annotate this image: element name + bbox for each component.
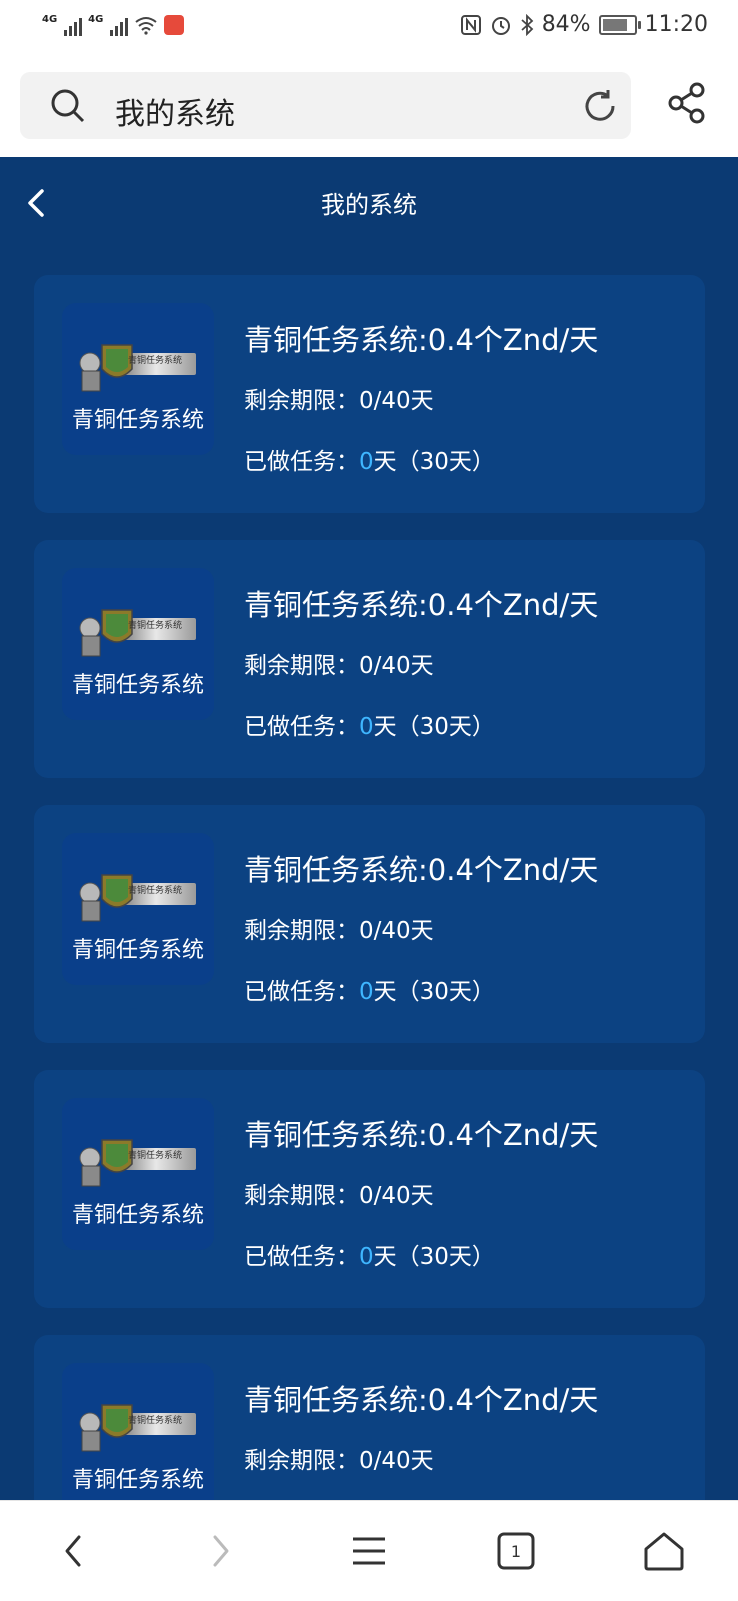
nav-menu-button[interactable] — [345, 1527, 393, 1575]
status-left: 4G 4G — [42, 14, 185, 36]
system-thumbnail: 青铜任务系统 青铜任务系统 — [62, 303, 214, 455]
remaining-term: 剩余期限：0/40天 — [244, 918, 434, 944]
task-system-card[interactable]: 青铜任务系统 青铜任务系统 青铜任务系统:0.4个Znd/天 剩余期限：0/40… — [34, 1070, 705, 1308]
tasks-done-count: 0 — [359, 714, 374, 740]
remaining-term: 剩余期限：0/40天 — [244, 653, 434, 679]
app-notification-icon — [164, 15, 185, 35]
nav-home-button[interactable] — [640, 1527, 688, 1575]
wifi-icon — [135, 17, 157, 35]
nfc-icon — [460, 14, 481, 35]
card-title: 青铜任务系统:0.4个Znd/天 — [244, 853, 599, 887]
bronze-robot-shield-icon — [79, 874, 196, 922]
page-header: 我的系统 — [0, 157, 738, 249]
card-title: 青铜任务系统:0.4个Znd/天 — [244, 1383, 599, 1417]
tasks-done-suffix: 天（30天） — [373, 714, 495, 740]
battery-icon — [598, 14, 641, 35]
task-system-card[interactable]: 青铜任务系统 青铜任务系统 青铜任务系统:0.4个Znd/天 剩余期限：0/40… — [34, 805, 705, 1043]
tasks-done: 已做任务：0天（30天） — [244, 972, 495, 1006]
card-title: 青铜任务系统:0.4个Znd/天 — [244, 323, 599, 357]
share-icon[interactable] — [668, 82, 706, 124]
page-content: 我的系统 青铜任务系统 青铜任务系统 青铜任务系统:0.4个Znd/天 剩余期限… — [0, 157, 738, 1500]
tasks-done-label: 已做任务： — [244, 449, 359, 475]
tasks-done: 已做任务：0天（30天） — [244, 1237, 495, 1271]
tasks-done: 已做任务：0天（30天） — [244, 442, 495, 476]
task-system-card[interactable]: 青铜任务系统 青铜任务系统 青铜任务系统:0.4个Znd/天 剩余期限：0/40… — [34, 1335, 705, 1500]
bottom-navigation: 1 — [0, 1500, 738, 1601]
network-type-1: 4G — [42, 14, 58, 25]
tabs-count: 1 — [510, 1541, 522, 1561]
thumbnail-badge-text: 青铜任务系统 — [128, 886, 183, 896]
tasks-done-suffix: 天（30天） — [373, 1244, 495, 1270]
task-system-card[interactable]: 青铜任务系统 青铜任务系统 青铜任务系统:0.4个Znd/天 剩余期限：0/40… — [34, 275, 705, 513]
network-type-2: 4G — [88, 14, 104, 25]
signal-icon — [64, 14, 83, 36]
tasks-done-count: 0 — [359, 1244, 374, 1270]
home-icon — [644, 1532, 684, 1571]
system-thumbnail: 青铜任务系统 青铜任务系统 — [62, 1363, 214, 1500]
system-thumbnail: 青铜任务系统 青铜任务系统 — [62, 568, 214, 720]
tasks-done-count: 0 — [359, 979, 374, 1005]
thumbnail-badge-text: 青铜任务系统 — [128, 1416, 183, 1426]
clock: 11:20 — [644, 12, 708, 37]
thumbnail-badge-text: 青铜任务系统 — [128, 1151, 183, 1161]
remaining-term: 剩余期限：0/40天 — [244, 1448, 434, 1474]
thumbnail-label: 青铜任务系统 — [71, 1203, 204, 1228]
battery-fill — [602, 18, 627, 31]
status-right: 84% 11:20 — [460, 12, 708, 37]
thumbnail-label: 青铜任务系统 — [71, 938, 204, 963]
remaining-term: 剩余期限：0/40天 — [244, 1183, 434, 1209]
bluetooth-icon — [521, 13, 533, 36]
menu-icon — [353, 1537, 385, 1565]
tasks-done: 已做任务：0天（30天） — [244, 707, 495, 741]
browser-toolbar: 我的系统 — [0, 56, 738, 158]
nav-forward-button[interactable] — [196, 1527, 244, 1575]
thumbnail-badge-text: 青铜任务系统 — [128, 356, 183, 366]
thumbnail-label: 青铜任务系统 — [71, 673, 204, 698]
battery-percent: 84% — [541, 12, 591, 37]
thumbnail-label: 青铜任务系统 — [71, 408, 204, 433]
card-title: 青铜任务系统:0.4个Znd/天 — [244, 588, 599, 622]
tasks-done-suffix: 天（30天） — [373, 449, 495, 475]
nav-back-button[interactable] — [50, 1527, 98, 1575]
system-thumbnail: 青铜任务系统 青铜任务系统 — [62, 1098, 214, 1250]
page-title: 我的系统 — [321, 191, 417, 219]
status-bar: 4G 4G 84% 11:20 — [0, 0, 738, 56]
address-bar[interactable]: 我的系统 — [20, 72, 631, 139]
tasks-done-label: 已做任务： — [244, 1244, 359, 1270]
tasks-done-count: 0 — [359, 449, 374, 475]
task-system-card[interactable]: 青铜任务系统 青铜任务系统 青铜任务系统:0.4个Znd/天 剩余期限：0/40… — [34, 540, 705, 778]
system-thumbnail: 青铜任务系统 青铜任务系统 — [62, 833, 214, 985]
tasks-done-suffix: 天（30天） — [373, 979, 495, 1005]
address-text[interactable]: 我的系统 — [115, 89, 235, 133]
nav-tabs-button[interactable]: 1 — [492, 1527, 540, 1575]
card-title: 青铜任务系统:0.4个Znd/天 — [244, 1118, 599, 1152]
bronze-robot-shield-icon — [79, 1404, 196, 1452]
thumbnail-badge-text: 青铜任务系统 — [128, 621, 183, 631]
tasks-done-label: 已做任务： — [244, 979, 359, 1005]
signal-icon — [110, 14, 129, 36]
alarm-icon — [491, 16, 510, 35]
thumbnail-label: 青铜任务系统 — [71, 1468, 204, 1493]
remaining-term: 剩余期限：0/40天 — [244, 388, 434, 414]
search-icon — [51, 89, 85, 123]
back-icon — [65, 1535, 81, 1567]
reload-icon[interactable] — [581, 87, 619, 125]
forward-icon — [213, 1535, 229, 1567]
bronze-robot-shield-icon — [79, 1139, 196, 1187]
bronze-robot-shield-icon — [79, 344, 196, 392]
bronze-robot-shield-icon — [79, 609, 196, 657]
tasks-done-label: 已做任务： — [244, 714, 359, 740]
